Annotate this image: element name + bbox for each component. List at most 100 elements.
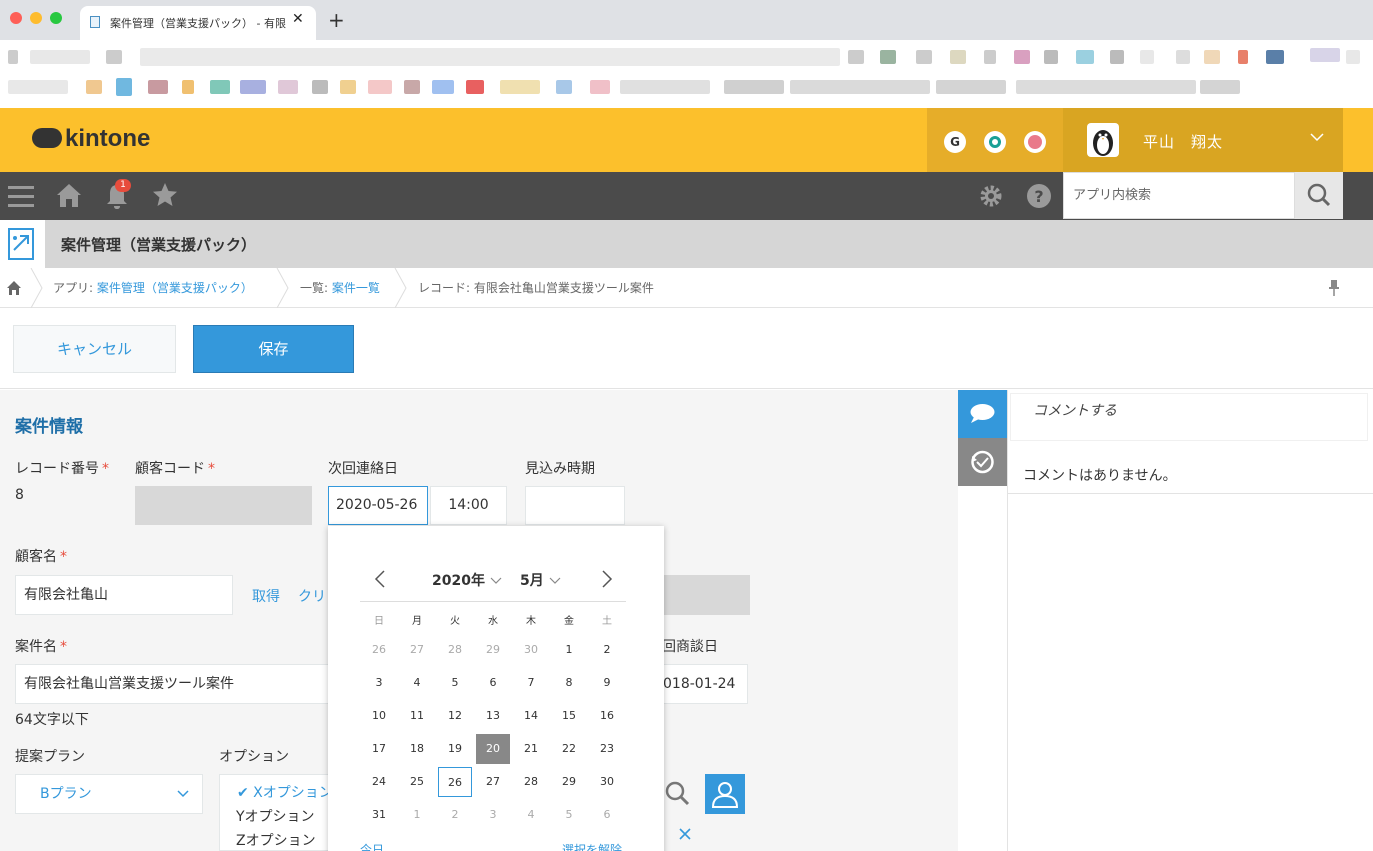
bookmark-item[interactable] — [1238, 50, 1248, 64]
bookmark-item[interactable] — [278, 80, 298, 94]
help-icon[interactable]: ? — [1026, 183, 1052, 213]
calendar-day[interactable]: 10 — [362, 701, 396, 731]
calendar-day[interactable]: 18 — [400, 734, 434, 764]
comment-tab[interactable] — [958, 390, 1007, 438]
app-icon[interactable] — [0, 220, 45, 268]
expected-period-input[interactable] — [525, 486, 625, 525]
bookmark-item[interactable] — [936, 80, 1006, 94]
today-link[interactable]: 今日 — [360, 841, 384, 851]
bookmark-item[interactable] — [984, 50, 996, 64]
year-select[interactable]: 2020年 — [432, 570, 502, 590]
bookmark-item[interactable] — [880, 50, 896, 64]
calendar-day[interactable]: 6 — [590, 800, 624, 830]
next-contact-time-input[interactable]: 14:00 — [430, 486, 507, 525]
new-tab-button[interactable]: + — [328, 8, 345, 32]
calendar-day[interactable]: 16 — [590, 701, 624, 731]
bookmark-item[interactable] — [1044, 50, 1058, 64]
calendar-day[interactable]: 7 — [514, 668, 548, 698]
bookmark-item[interactable] — [182, 80, 194, 94]
bookmark-item[interactable] — [1076, 50, 1094, 64]
bookmark-item[interactable] — [790, 80, 930, 94]
bookmark-item[interactable] — [620, 80, 710, 94]
cancel-button[interactable]: キャンセル — [13, 325, 176, 373]
bookmark-item[interactable] — [1110, 50, 1124, 64]
browser-tab[interactable]: 案件管理（営業支援パック） - 有限 — [80, 6, 316, 40]
calendar-day[interactable]: 30 — [514, 635, 548, 665]
bookmark-item[interactable] — [106, 50, 122, 64]
bookmark-item[interactable] — [1346, 50, 1360, 64]
bookmark-item[interactable] — [432, 80, 454, 94]
month-select[interactable]: 5月 — [520, 570, 561, 590]
calendar-day[interactable]: 1 — [400, 800, 434, 830]
calendar-day[interactable]: 1 — [552, 635, 586, 665]
bookmark-item[interactable] — [916, 50, 932, 64]
user-search-icon[interactable] — [662, 776, 692, 814]
calendar-day[interactable]: 27 — [476, 767, 510, 797]
pin-icon[interactable] — [1328, 279, 1340, 300]
calendar-day[interactable]: 13 — [476, 701, 510, 731]
home-icon[interactable] — [56, 182, 82, 212]
calendar-day[interactable]: 17 — [362, 734, 396, 764]
calendar-day[interactable]: 2 — [590, 635, 624, 665]
clear-link[interactable]: クリ — [298, 586, 326, 606]
calendar-day[interactable]: 20 — [476, 734, 510, 764]
calendar-day[interactable]: 26 — [438, 767, 472, 797]
calendar-day[interactable]: 22 — [552, 734, 586, 764]
calendar-day[interactable]: 21 — [514, 734, 548, 764]
calendar-day[interactable]: 23 — [590, 734, 624, 764]
user-name[interactable]: 平山 翔太 — [1143, 131, 1223, 152]
option-x[interactable]: ✔ Xオプション — [237, 782, 333, 802]
user-avatar[interactable] — [1087, 123, 1119, 157]
bookmark-item[interactable] — [724, 80, 784, 94]
google-icon[interactable]: G — [944, 131, 966, 153]
calendar-day[interactable]: 27 — [400, 635, 434, 665]
bookmark-item[interactable] — [340, 80, 356, 94]
settings-gear-icon[interactable] — [978, 183, 1004, 213]
calendar-day[interactable]: 28 — [514, 767, 548, 797]
bookmark-item[interactable] — [8, 80, 68, 94]
prev-month-icon[interactable] — [373, 569, 387, 593]
menu-icon[interactable] — [8, 184, 34, 212]
breadcrumb-home-icon[interactable] — [6, 280, 22, 299]
bookmark-item[interactable] — [116, 78, 132, 96]
favorites-star-icon[interactable] — [152, 182, 178, 212]
search-button[interactable] — [1295, 172, 1343, 219]
user-select-button[interactable] — [705, 774, 745, 814]
bookmark-item[interactable] — [368, 80, 392, 94]
calendar-day[interactable]: 31 — [362, 800, 396, 830]
app-search-input[interactable]: アプリ内検索 — [1063, 172, 1295, 219]
breadcrumb-list-link[interactable]: 案件一覧 — [332, 281, 380, 295]
bookmark-item[interactable] — [1204, 50, 1220, 64]
bookmark-item[interactable] — [1176, 50, 1190, 64]
bookmark-item[interactable] — [1140, 50, 1154, 64]
bookmark-item[interactable] — [140, 48, 840, 66]
project-name-input[interactable]: 有限会社亀山営業支援ツール案件 — [15, 664, 335, 704]
calendar-day[interactable]: 3 — [476, 800, 510, 830]
calendar-day[interactable]: 26 — [362, 635, 396, 665]
bookmark-item[interactable] — [1016, 80, 1196, 94]
calendar-day[interactable]: 15 — [552, 701, 586, 731]
calendar-day[interactable]: 29 — [476, 635, 510, 665]
history-tab[interactable] — [958, 438, 1007, 486]
bookmark-item[interactable] — [1310, 48, 1340, 62]
fetch-link[interactable]: 取得 — [252, 586, 280, 606]
kintone-logo[interactable]: kintone — [32, 125, 150, 153]
bookmark-item[interactable] — [312, 80, 328, 94]
calendar-day[interactable]: 2 — [438, 800, 472, 830]
calendar-day[interactable]: 3 — [362, 668, 396, 698]
window-minimize-button[interactable] — [30, 12, 42, 24]
save-button[interactable]: 保存 — [193, 325, 354, 373]
bookmark-item[interactable] — [848, 50, 864, 64]
bookmark-item[interactable] — [210, 80, 230, 94]
option-y[interactable]: Yオプション — [236, 806, 315, 826]
calendar-day[interactable]: 24 — [362, 767, 396, 797]
bookmark-item[interactable] — [240, 80, 266, 94]
calendar-day[interactable]: 25 — [400, 767, 434, 797]
calendar-day[interactable]: 8 — [552, 668, 586, 698]
bookmark-item[interactable] — [30, 50, 90, 64]
bookmark-item[interactable] — [86, 80, 102, 94]
calendar-day[interactable]: 5 — [438, 668, 472, 698]
option-z[interactable]: Zオプション — [236, 830, 316, 850]
last-meeting-date-input[interactable]: 018-01-24 — [655, 664, 748, 704]
mail-icon[interactable] — [1024, 131, 1046, 153]
